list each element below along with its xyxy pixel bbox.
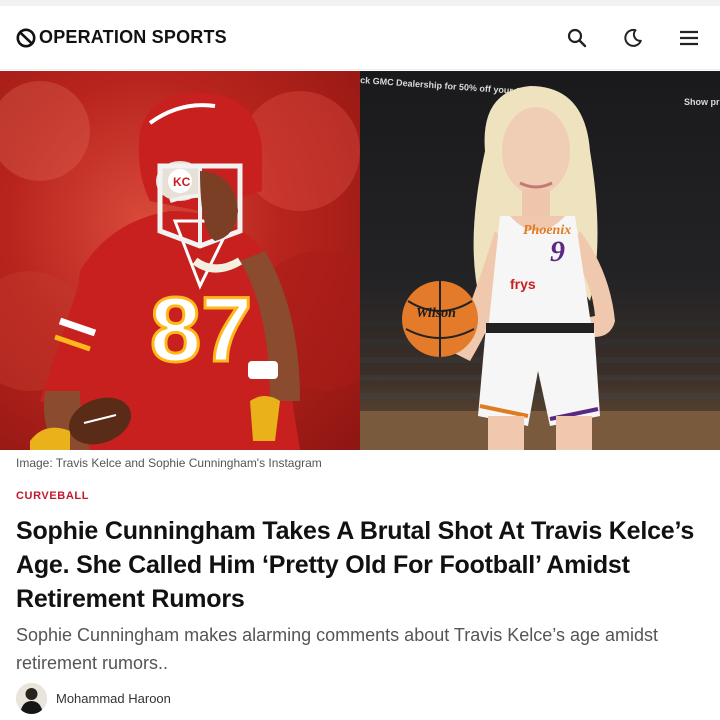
hamburger-menu-icon [680,30,698,45]
dark-mode-toggle[interactable] [620,25,646,51]
logo-mark-icon [16,28,36,47]
author-name[interactable]: Mohammad Haroon [56,691,171,706]
hero-image-right-basketball-player: ck GMC Dealership for 50% off your Oil C… [360,71,720,450]
site-header: OPERATION SPORTS [0,6,720,70]
search-button[interactable] [564,25,590,51]
author-avatar[interactable] [16,683,47,714]
logo-text: OPERATION SPORTS [39,27,227,47]
image-caption: Image: Travis Kelce and Sophie Cunningha… [16,456,322,470]
header-actions [564,25,702,51]
search-icon [567,28,587,47]
ball-brand: Wilson [416,306,456,321]
arena-banner-right: Show pr [684,97,720,107]
football-player-illustration: 87 KC [0,81,360,450]
author-avatar-image [16,683,47,714]
byline: Mohammad Haroon [16,683,171,714]
article-headline[interactable]: Sophie Cunningham Takes A Brutal Shot At… [16,514,706,616]
jersey-sponsor: frys [510,276,536,292]
hero-image-left-football-player: 87 KC [0,71,360,450]
site-logo[interactable]: OPERATION SPORTS [16,27,227,48]
svg-text:KC: KC [173,175,191,189]
moon-icon [624,28,642,47]
article-dek: Sophie Cunningham makes alarming comment… [16,625,658,673]
category-link[interactable]: CURVEBALL [16,490,89,502]
jersey-number-87: 87 [150,279,252,381]
jersey-number-9: 9 [550,235,565,268]
basketball-player-illustration: ck GMC Dealership for 50% off your Oil C… [360,75,720,450]
hero-image[interactable]: 87 KC ck GMC Dealership for 50% off your… [0,71,720,450]
menu-button[interactable] [676,25,702,51]
